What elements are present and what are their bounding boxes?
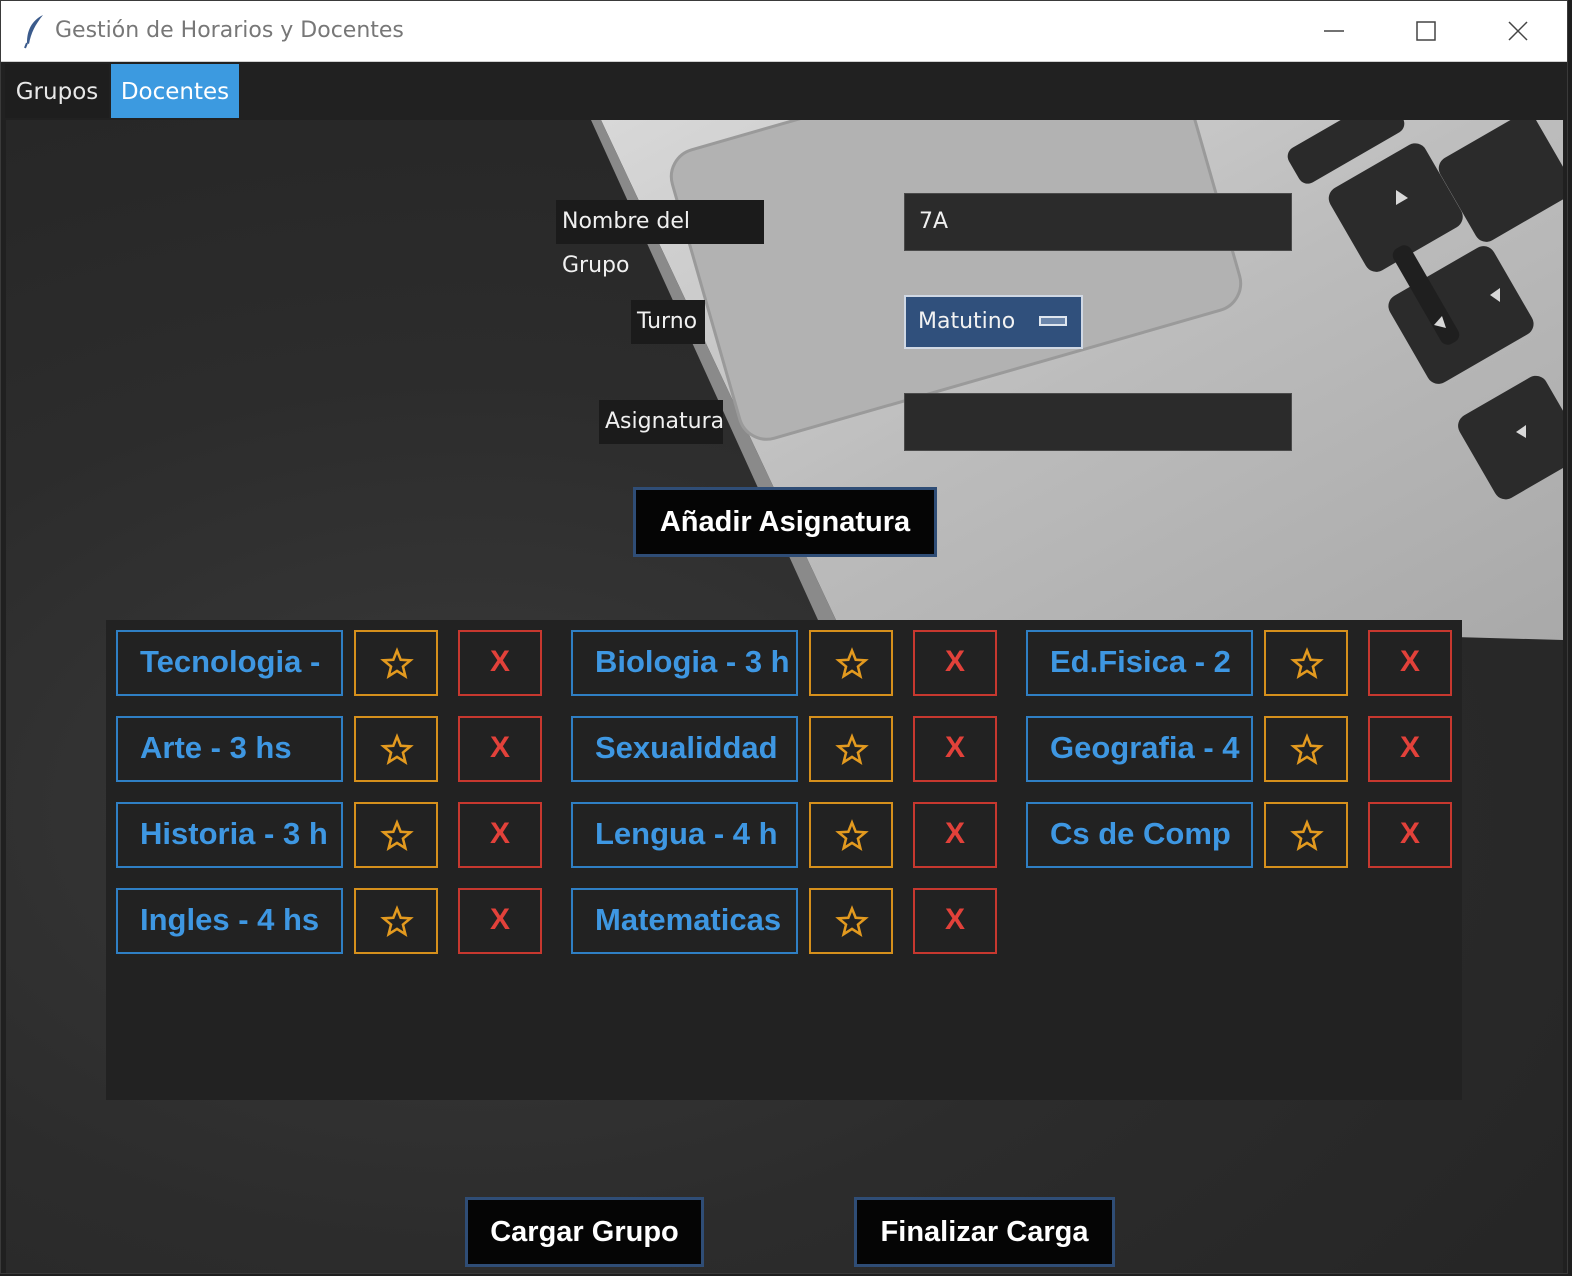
asignatura-input[interactable]: [904, 393, 1292, 451]
star-icon: [1290, 647, 1324, 679]
favorite-button[interactable]: [809, 802, 893, 868]
favorite-button[interactable]: [809, 716, 893, 782]
minimize-button[interactable]: [1289, 1, 1379, 61]
subjects-grid: Tecnologia - X Biologia - 3 h X Ed.Fisica - …: [106, 620, 1462, 1100]
delete-subject-button[interactable]: X: [458, 630, 542, 696]
subject-button[interactable]: Biologia - 3 h: [571, 630, 798, 696]
turno-label: Turno: [631, 300, 705, 344]
delete-subject-button[interactable]: X: [1368, 716, 1452, 782]
star-icon: [835, 733, 869, 765]
app-window: Gestión de Horarios y Docentes Grupos Do…: [0, 0, 1568, 1274]
favorite-button[interactable]: [354, 802, 438, 868]
subject-button[interactable]: Geografia - 4: [1026, 716, 1253, 782]
favorite-button[interactable]: [809, 630, 893, 696]
star-icon: [835, 819, 869, 851]
nombre-grupo-label: Nombre del Grupo: [556, 200, 764, 278]
delete-subject-button[interactable]: X: [913, 802, 997, 868]
favorite-button[interactable]: [809, 888, 893, 954]
subject-button[interactable]: Historia - 3 h: [116, 802, 343, 868]
title-bar: Gestión de Horarios y Docentes: [1, 1, 1567, 62]
window-title: Gestión de Horarios y Docentes: [55, 18, 404, 43]
favorite-button[interactable]: [354, 888, 438, 954]
minimize-icon: [1324, 30, 1344, 32]
subject-button[interactable]: Ed.Fisica - 2: [1026, 630, 1253, 696]
asignatura-label: Asignatura: [599, 400, 724, 444]
delete-subject-button[interactable]: X: [1368, 630, 1452, 696]
subject-button[interactable]: Cs de Comp: [1026, 802, 1253, 868]
star-icon: [835, 905, 869, 937]
favorite-button[interactable]: [1264, 630, 1348, 696]
delete-subject-button[interactable]: X: [458, 716, 542, 782]
maximize-icon: [1416, 21, 1436, 41]
delete-subject-button[interactable]: X: [458, 888, 542, 954]
star-icon: [835, 647, 869, 679]
tab-grupos[interactable]: Grupos: [5, 64, 109, 118]
subject-button[interactable]: Tecnologia -: [116, 630, 343, 696]
turno-selected-value: Matutino: [918, 309, 1016, 334]
favorite-button[interactable]: [354, 716, 438, 782]
star-icon: [1290, 733, 1324, 765]
star-icon: [380, 819, 414, 851]
delete-subject-button[interactable]: X: [913, 716, 997, 782]
subject-button[interactable]: Arte - 3 hs: [116, 716, 343, 782]
feather-icon: [24, 15, 43, 49]
delete-subject-button[interactable]: X: [1368, 802, 1452, 868]
delete-subject-button[interactable]: X: [458, 802, 542, 868]
favorite-button[interactable]: [354, 630, 438, 696]
subject-button[interactable]: Sexualiddad: [571, 716, 798, 782]
star-icon: [380, 905, 414, 937]
add-subject-button[interactable]: Añadir Asignatura: [633, 487, 937, 557]
subject-button[interactable]: Lengua - 4 h: [571, 802, 798, 868]
tab-docentes[interactable]: Docentes: [111, 64, 239, 118]
delete-subject-button[interactable]: X: [913, 888, 997, 954]
close-icon: [1508, 21, 1528, 41]
subject-button[interactable]: Matematicas: [571, 888, 798, 954]
tab-bar: Grupos Docentes: [1, 62, 1567, 120]
subject-button[interactable]: Ingles - 4 hs: [116, 888, 343, 954]
dropdown-indicator-icon: [1039, 316, 1067, 326]
star-icon: [380, 733, 414, 765]
nombre-grupo-input[interactable]: 7A: [904, 193, 1292, 251]
finish-load-button[interactable]: Finalizar Carga: [854, 1197, 1115, 1267]
main-content: Nombre del Grupo 7A Turno Matutino Asign…: [6, 120, 1563, 1273]
turno-dropdown[interactable]: Matutino: [904, 295, 1083, 349]
close-button[interactable]: [1473, 1, 1563, 61]
delete-subject-button[interactable]: X: [913, 630, 997, 696]
star-icon: [380, 647, 414, 679]
favorite-button[interactable]: [1264, 716, 1348, 782]
load-group-button[interactable]: Cargar Grupo: [465, 1197, 704, 1267]
star-icon: [1290, 819, 1324, 851]
maximize-button[interactable]: [1381, 1, 1471, 61]
favorite-button[interactable]: [1264, 802, 1348, 868]
